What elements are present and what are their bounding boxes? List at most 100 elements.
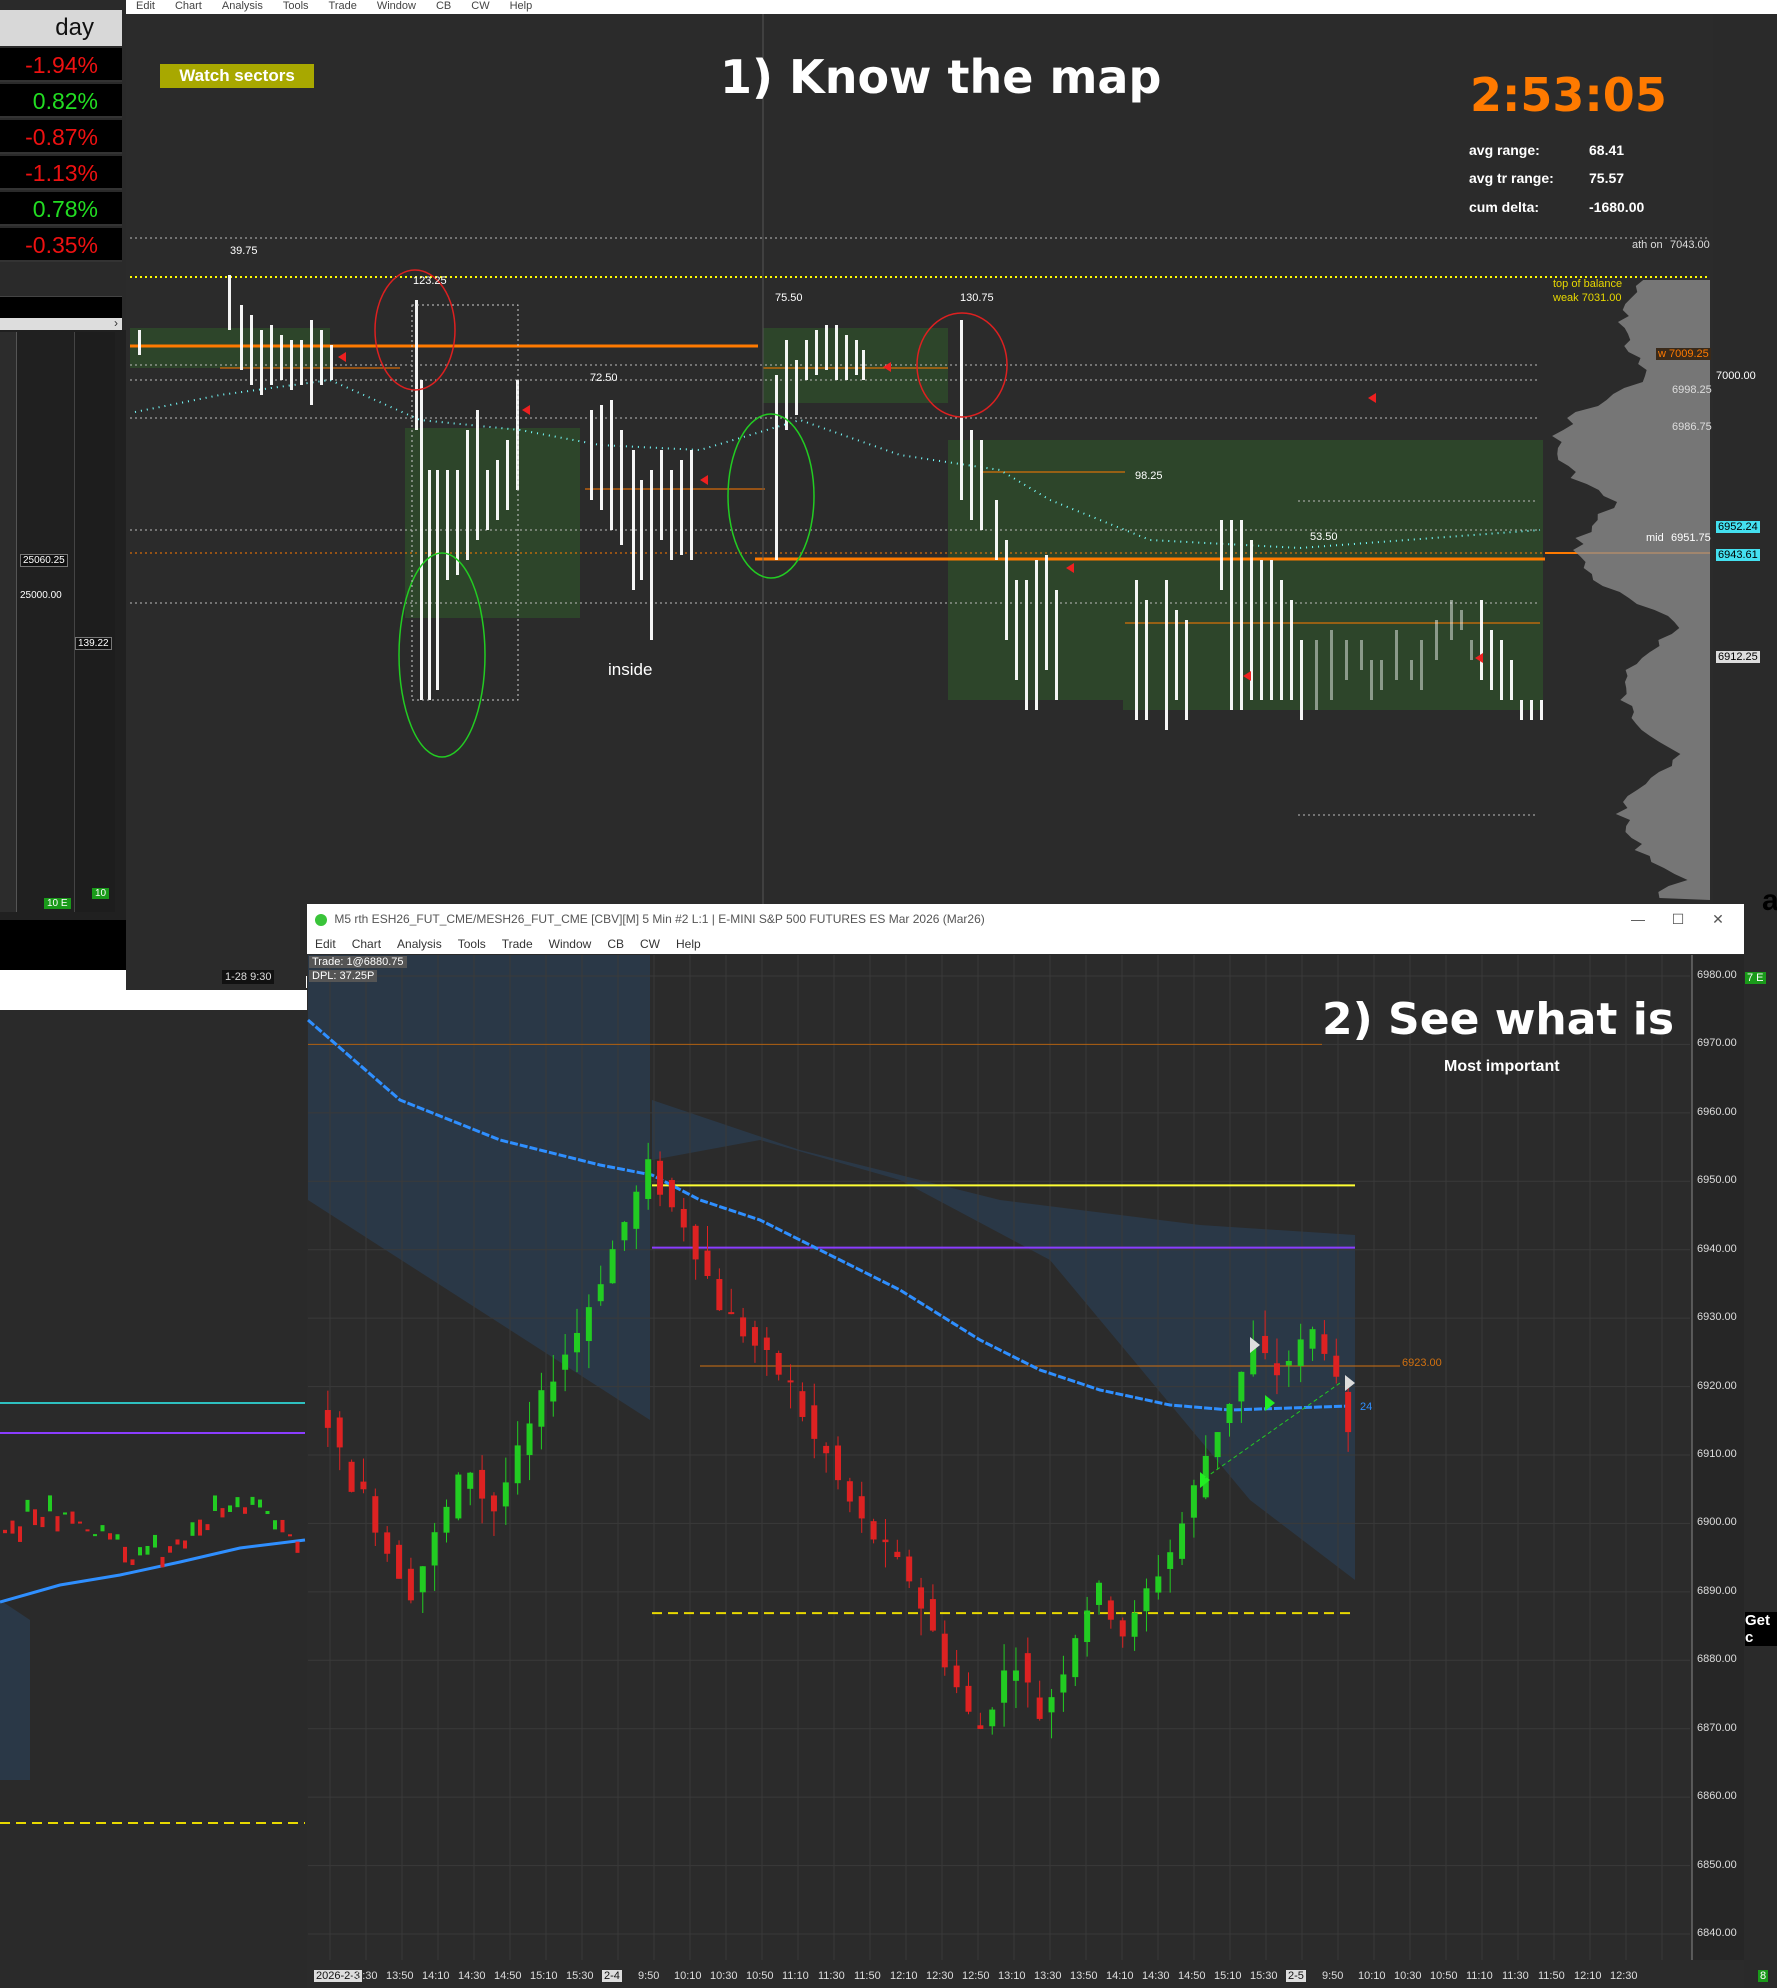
candle-body <box>1285 1360 1292 1366</box>
candle-body <box>40 1516 45 1528</box>
candle-body <box>1321 1334 1328 1354</box>
x-tick-label: 10:30 <box>710 1970 738 1982</box>
x-tick-label: 13:30 <box>1034 1970 1062 1982</box>
x-tick-label: 12:30 <box>1610 1970 1638 1982</box>
candle-body <box>130 1559 135 1565</box>
candle-body <box>235 1497 240 1508</box>
vwap-line <box>0 1538 306 1604</box>
candle-body <box>680 1208 687 1228</box>
candle-body <box>265 1510 270 1515</box>
x-tick-label: 11:50 <box>1538 1970 1565 1982</box>
candle-body <box>243 1507 247 1514</box>
candle-body <box>716 1279 723 1311</box>
candle-body <box>1167 1552 1174 1569</box>
candle-body <box>18 1526 22 1542</box>
candle-body <box>882 1539 889 1543</box>
x-tick-label: 14:50 <box>1178 1970 1206 1982</box>
candle-body <box>538 1390 545 1427</box>
candle-body <box>455 1474 462 1519</box>
candle-body <box>1096 1582 1102 1605</box>
candle-body <box>835 1445 841 1481</box>
candle-body <box>153 1534 157 1548</box>
x-tick-label: 11:10 <box>1466 1970 1493 1982</box>
x-tick-label: 13:10 <box>998 1970 1026 1982</box>
candle-body <box>407 1568 414 1601</box>
candle-body <box>751 1327 758 1346</box>
y-tick-label: 6960.00 <box>1697 1105 1737 1118</box>
candle-body <box>1333 1355 1340 1377</box>
x-tick-label: 10:50 <box>746 1970 774 1982</box>
candle-body <box>479 1469 486 1499</box>
y-tick-label: 6840.00 <box>1697 1927 1737 1939</box>
right-text-ai: ai <box>1762 884 1777 917</box>
candle-body <box>1048 1697 1055 1713</box>
candle-body <box>1238 1371 1245 1402</box>
x-tick-label: 14:30 <box>458 1970 486 1982</box>
y-tick-label: 6900.00 <box>1697 1516 1737 1529</box>
candle-body <box>1226 1403 1233 1424</box>
candle-body <box>1131 1612 1138 1637</box>
candle-body <box>858 1496 865 1519</box>
candle-body <box>1084 1610 1091 1643</box>
x-tick-label: 10:10 <box>674 1970 702 1982</box>
candle-body <box>372 1496 379 1533</box>
candle-body <box>906 1556 913 1582</box>
trade-info: Trade: 1@6880.75 <box>309 956 407 968</box>
candle-body <box>502 1482 509 1507</box>
candle-body <box>419 1566 426 1593</box>
y-tick-label: 6910.00 <box>1697 1448 1737 1460</box>
candle-body <box>220 1508 225 1518</box>
candle-body <box>3 1529 7 1534</box>
candle-body <box>585 1307 592 1342</box>
x-tick-label: 15:10 <box>530 1970 558 1982</box>
x-tick-label: 15:30 <box>1250 1970 1278 1982</box>
candle-body <box>336 1417 343 1448</box>
candle-body <box>63 1512 67 1515</box>
candle-body <box>621 1222 628 1241</box>
candle-body <box>668 1180 675 1208</box>
candle-body <box>324 1410 331 1428</box>
candle-body <box>273 1520 277 1530</box>
x-tick-label: 9:50 <box>1322 1970 1344 1982</box>
candle-body <box>1060 1674 1067 1693</box>
candle-body <box>692 1225 699 1260</box>
x-tick-label: 11:10 <box>782 1970 809 1982</box>
x-tick-label: 15:30 <box>566 1970 594 1982</box>
x-tick-label: 13:30 <box>350 1970 378 1982</box>
candle-body <box>1214 1432 1221 1458</box>
dpl-info: DPL: 37.25P <box>309 970 378 982</box>
candle-body <box>490 1495 497 1512</box>
candle-body <box>55 1516 60 1532</box>
candle-body <box>190 1522 195 1536</box>
candle-body <box>1024 1653 1031 1683</box>
candle-body <box>250 1496 255 1505</box>
x-tick-label: 12:30 <box>926 1970 954 1982</box>
candle-body <box>1072 1638 1079 1678</box>
candle-body <box>10 1520 15 1534</box>
value-band-area <box>308 955 650 1420</box>
candle-body <box>85 1529 90 1532</box>
candle-body <box>348 1461 355 1492</box>
candle-body <box>1190 1485 1197 1518</box>
value-band-area <box>0 1600 30 1780</box>
x-tick-label: 11:30 <box>818 1970 845 1982</box>
candle-body <box>1036 1697 1043 1719</box>
x-tick-label: 14:30 <box>1142 1970 1170 1982</box>
candle-body <box>941 1633 948 1668</box>
x-tick-label: 12:10 <box>1574 1970 1602 1982</box>
candle-body <box>1345 1391 1352 1433</box>
x-tick-label: 14:10 <box>1106 1970 1134 1982</box>
candle-body <box>288 1534 292 1537</box>
right-text-get: Get c <box>1745 1612 1777 1646</box>
candle-body <box>609 1249 616 1284</box>
y-tick-label: 6970.00 <box>1697 1037 1737 1050</box>
candle-body <box>396 1544 403 1579</box>
y-tick-label: 6890.00 <box>1697 1584 1737 1597</box>
right-badge-b: 8 <box>1758 1970 1769 1982</box>
candle-body <box>977 1725 984 1729</box>
candle-body <box>918 1587 925 1609</box>
candle-body <box>1297 1339 1304 1366</box>
candle-body <box>1155 1576 1162 1593</box>
candle-body <box>799 1391 806 1417</box>
candle-body <box>1119 1620 1126 1637</box>
